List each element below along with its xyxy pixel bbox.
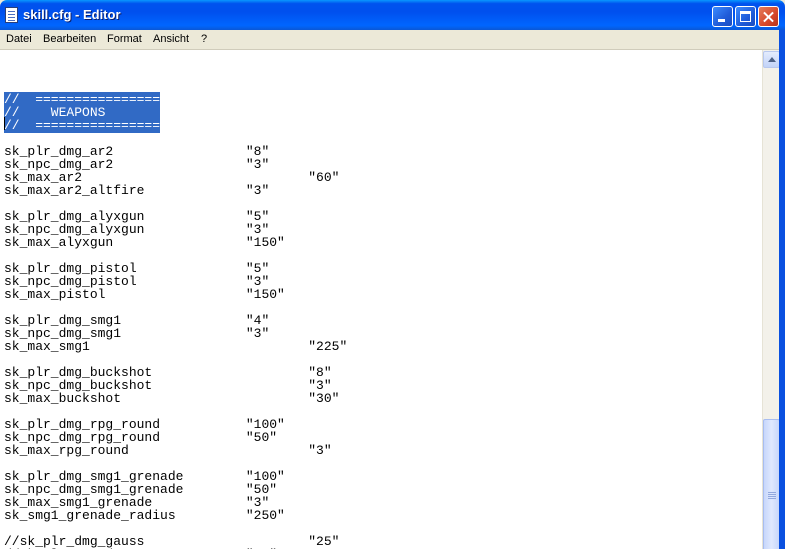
text-line-content: sk_max_rpg_round "3" bbox=[4, 443, 332, 458]
window-title: skill.cfg - Editor bbox=[23, 7, 121, 22]
text-caret bbox=[4, 117, 5, 130]
text-line-content: sk_smg1_grenade_radius "250" bbox=[4, 508, 285, 523]
text-line[interactable]: sk_max_alyxgun "150" bbox=[4, 236, 347, 249]
text-line-content: sk_max_ar2_altfire "3" bbox=[4, 183, 270, 198]
vertical-scrollbar[interactable] bbox=[762, 50, 780, 549]
menu-datei[interactable]: Datei bbox=[6, 33, 32, 45]
text-line-content: sk_max_smg1 "225" bbox=[4, 339, 348, 354]
text-line-content: // ================ bbox=[4, 118, 161, 133]
scroll-up-button[interactable] bbox=[763, 51, 780, 68]
text-line-content: sk_max_buckshot "30" bbox=[4, 391, 340, 406]
text-editor-area[interactable]: // ================// WEAPONS // =======… bbox=[0, 50, 762, 549]
close-button[interactable] bbox=[758, 6, 779, 27]
title-bar[interactable]: skill.cfg - Editor bbox=[0, 0, 785, 30]
grip-icon bbox=[768, 492, 776, 493]
menu-bearbeiten[interactable]: Bearbeiten bbox=[43, 33, 96, 45]
menu-help[interactable]: ? bbox=[201, 33, 207, 45]
text-line[interactable]: sk_max_rpg_round "3" bbox=[4, 444, 347, 457]
text-line[interactable]: sk_max_buckshot "30" bbox=[4, 392, 347, 405]
scrollbar-thumb[interactable] bbox=[763, 419, 780, 549]
window-frame-right bbox=[779, 30, 785, 549]
editor-text[interactable]: // ================// WEAPONS // =======… bbox=[4, 80, 347, 549]
text-line[interactable]: sk_max_smg1 "225" bbox=[4, 340, 347, 353]
menu-ansicht[interactable]: Ansicht bbox=[153, 33, 189, 45]
text-line[interactable]: sk_max_pistol "150" bbox=[4, 288, 347, 301]
notepad-icon[interactable] bbox=[5, 7, 18, 23]
text-line[interactable]: sk_smg1_grenade_radius "250" bbox=[4, 509, 347, 522]
menu-format[interactable]: Format bbox=[107, 33, 142, 45]
maximize-button[interactable] bbox=[735, 6, 756, 27]
text-line-content: sk_max_pistol "150" bbox=[4, 287, 285, 302]
minimize-button[interactable] bbox=[712, 6, 733, 27]
text-line[interactable]: // ================ bbox=[4, 118, 347, 133]
menu-bar: Datei Bearbeiten Format Ansicht ? bbox=[0, 30, 785, 50]
text-line-content: sk_max_alyxgun "150" bbox=[4, 235, 285, 250]
text-line[interactable]: sk_max_ar2_altfire "3" bbox=[4, 184, 347, 197]
editor-window: skill.cfg - Editor Datei Bearbeiten Form… bbox=[0, 0, 785, 549]
